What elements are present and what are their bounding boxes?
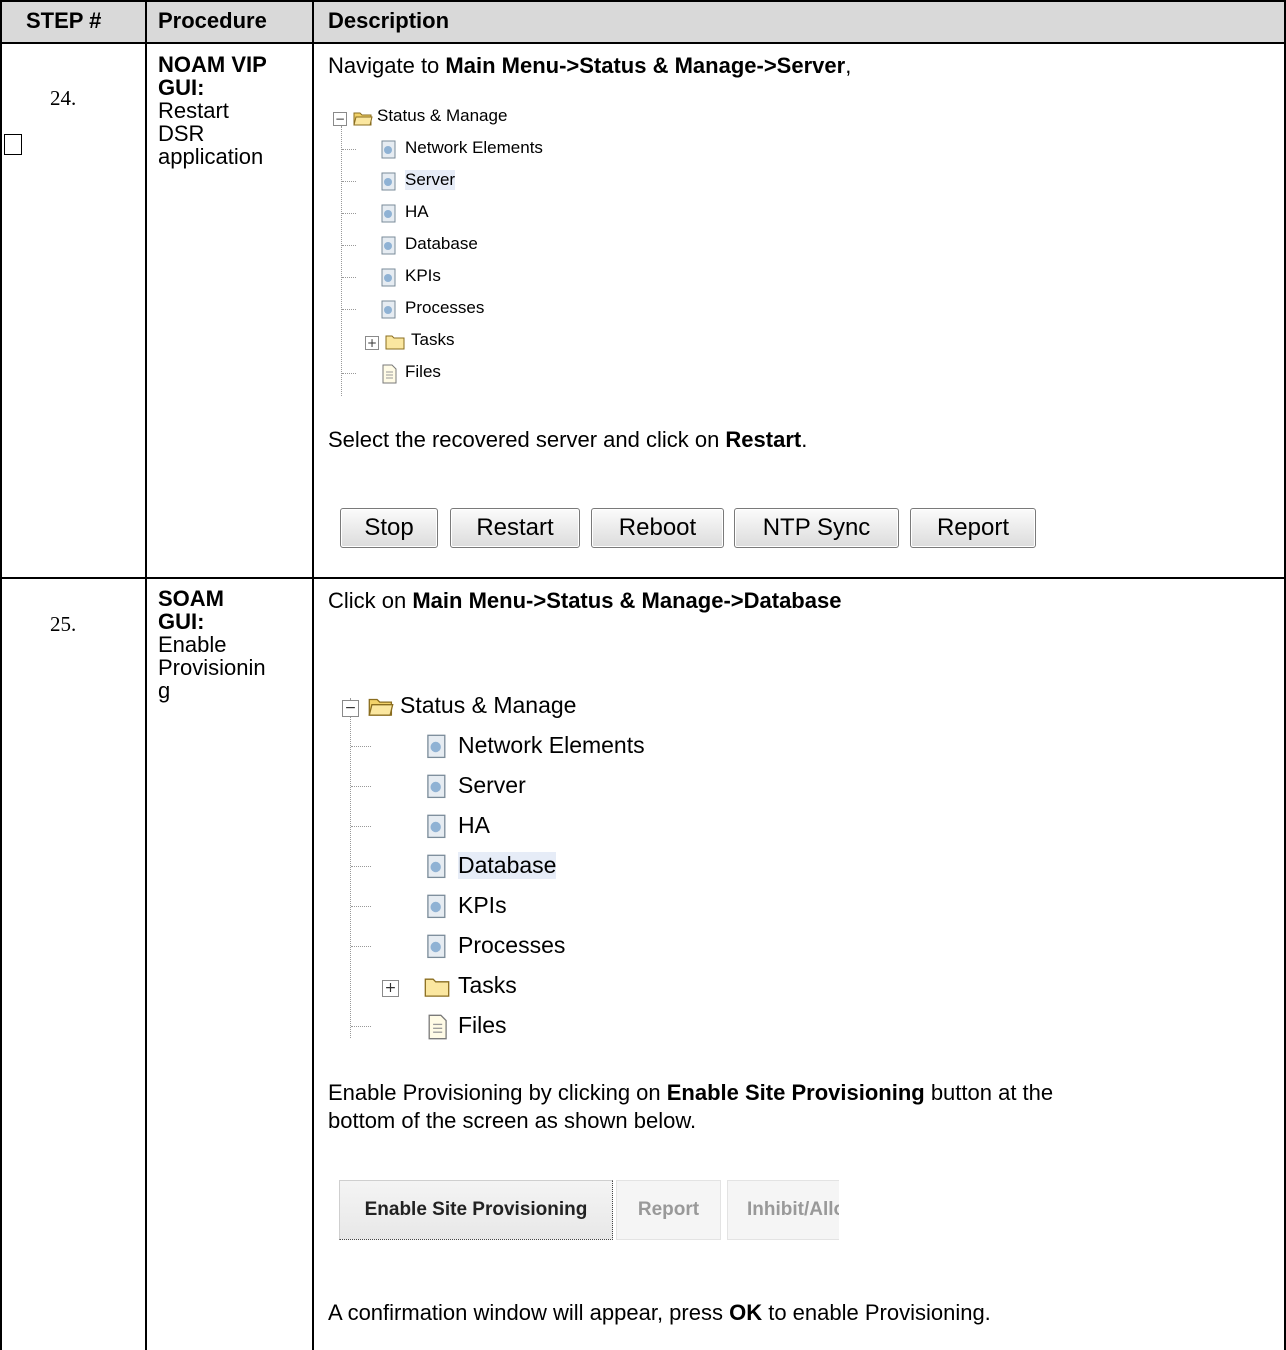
header-description: Description [328, 8, 450, 33]
step-checkbox[interactable] [4, 134, 22, 155]
tree-item-processes[interactable]: Processes [405, 298, 484, 318]
tree-item-tasks[interactable]: Tasks [411, 330, 454, 350]
procedure-cell: SOAM GUI: Enable Provisionin g [158, 587, 308, 702]
instr-bold: Restart [725, 427, 802, 452]
page-icon [381, 236, 396, 255]
expand-toggle[interactable]: + [382, 980, 399, 997]
page-icon [427, 774, 446, 799]
procedure-title-line: GUI: [158, 609, 205, 634]
report-button[interactable]: Report [910, 508, 1036, 548]
file-icon [428, 1014, 447, 1040]
tree-item-server[interactable]: Server [405, 170, 456, 190]
enable-instruction: Enable Provisioning by clicking on Enabl… [328, 1079, 1053, 1135]
procedure-text-line: Enable [158, 632, 227, 657]
procedure-text-line: application [158, 144, 264, 169]
nav-path: Main Menu->Status & Manage->Database [412, 588, 842, 613]
nav-instruction: Navigate to Main Menu->Status & Manage->… [328, 52, 851, 80]
tree-item-network-elements[interactable]: Network Elements [458, 732, 645, 759]
page-icon [427, 894, 446, 919]
folder-icon [424, 978, 450, 997]
procedure-title-line: NOAM VIP [158, 52, 267, 77]
page-icon [427, 854, 446, 879]
tree-item-ha[interactable]: HA [458, 812, 490, 839]
instr-suffix: button at the [924, 1080, 1054, 1105]
tree-item-tasks[interactable]: Tasks [458, 972, 517, 999]
tree-item-files[interactable]: Files [458, 1012, 507, 1039]
nav-prefix: Navigate to [328, 53, 446, 78]
report-button[interactable]: Report [616, 1180, 721, 1240]
nav-suffix: , [845, 53, 852, 78]
reboot-button[interactable]: Reboot [591, 508, 724, 548]
collapse-toggle[interactable]: − [342, 700, 359, 717]
page-icon [381, 268, 396, 287]
header-procedure: Procedure [158, 8, 267, 33]
confirm-bold: OK [729, 1300, 763, 1325]
tree-root-label[interactable]: Status & Manage [400, 692, 576, 719]
tree-item-server[interactable]: Server [458, 772, 526, 799]
nav-path: Main Menu->Status & Manage->Server [445, 53, 846, 78]
table-border-left [0, 0, 2, 1350]
page-icon [381, 300, 396, 319]
page-icon [427, 814, 446, 839]
page-icon [427, 734, 446, 759]
collapse-toggle[interactable]: − [333, 112, 347, 126]
enable-site-provisioning-button[interactable]: Enable Site Provisioning [339, 1180, 613, 1240]
folder-icon [385, 335, 405, 350]
confirm-suffix: to enable Provisioning. [762, 1300, 991, 1325]
procedure-table: STEP # Procedure Description 24. NOAM VI… [0, 0, 1286, 1350]
procedure-cell: NOAM VIP GUI: Restart DSR application [158, 53, 308, 168]
tree-item-database[interactable]: Database [405, 234, 478, 254]
tree-item-kpis[interactable]: KPIs [458, 892, 507, 919]
procedure-title-line: SOAM [158, 586, 224, 611]
page-icon [381, 172, 396, 191]
instr-bold: Enable Site Provisioning [666, 1080, 925, 1105]
nav-prefix: Click on [328, 588, 413, 613]
column-divider-2 [312, 0, 314, 1350]
expand-toggle[interactable]: + [365, 336, 379, 350]
tree-root-label[interactable]: Status & Manage [377, 106, 507, 126]
column-divider-1 [145, 0, 147, 1350]
page-icon [381, 204, 396, 223]
step-number: 25. [50, 612, 77, 636]
tree-item-network-elements[interactable]: Network Elements [405, 138, 543, 158]
stop-button[interactable]: Stop [340, 508, 438, 548]
tree-item-kpis[interactable]: KPIs [405, 266, 441, 286]
instr-prefix: Select the recovered server and click on [328, 427, 726, 452]
confirmation-instruction: A confirmation window will appear, press… [328, 1299, 991, 1327]
procedure-text-line: Provisionin [158, 655, 266, 680]
instr-prefix: Enable Provisioning by clicking on [328, 1080, 667, 1105]
procedure-text-line: Restart [158, 98, 229, 123]
restart-button[interactable]: Restart [450, 508, 580, 548]
procedure-text-line: DSR [158, 121, 205, 146]
header-step: STEP # [26, 8, 102, 33]
tree-item-ha[interactable]: HA [405, 202, 429, 222]
procedure-title-line: GUI: [158, 75, 205, 100]
nav-instruction: Click on Main Menu->Status & Manage->Dat… [328, 587, 841, 615]
instr-suffix: . [801, 427, 808, 452]
folder-open-icon [368, 698, 394, 716]
table-border-top [0, 0, 1286, 2]
file-icon [382, 364, 397, 384]
instr-line2: bottom of the screen as shown below. [328, 1108, 697, 1133]
step-number: 24. [50, 86, 77, 110]
row-divider [0, 577, 1286, 579]
ntp-sync-button[interactable]: NTP Sync [734, 508, 899, 548]
header-divider [0, 42, 1286, 44]
page-icon [427, 934, 446, 959]
folder-open-icon [353, 112, 373, 126]
restart-instruction: Select the recovered server and click on… [328, 426, 807, 454]
procedure-text-line: g [158, 678, 171, 703]
page-icon [381, 140, 396, 159]
tree-item-processes[interactable]: Processes [458, 932, 565, 959]
inhibit-allow-button[interactable]: Inhibit/Allo [727, 1180, 839, 1240]
tree-item-database[interactable]: Database [458, 852, 557, 879]
tree-item-files[interactable]: Files [405, 362, 441, 382]
confirm-prefix: A confirmation window will appear, press [328, 1300, 730, 1325]
